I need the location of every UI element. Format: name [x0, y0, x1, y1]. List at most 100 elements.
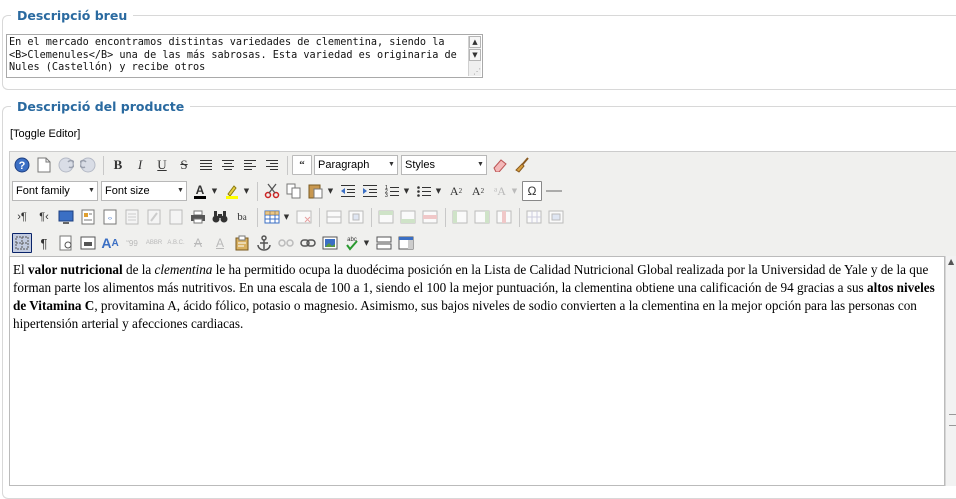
editor-paragraph[interactable]: El valor nutricional de la clementina le… — [13, 261, 941, 333]
horizontal-rule-icon[interactable] — [544, 181, 564, 201]
scroll-thumb[interactable] — [949, 414, 956, 426]
font-family-select[interactable]: Font family ▼ — [12, 181, 98, 201]
highlight-color-icon[interactable] — [222, 181, 242, 201]
toolbar-separator — [319, 207, 320, 227]
insertion-icon[interactable]: A — [210, 233, 230, 253]
cite-icon[interactable]: “99 — [122, 233, 142, 253]
editor-content-area[interactable]: El valor nutricional de la clementina le… — [9, 256, 945, 486]
underline-button[interactable]: U — [152, 155, 172, 175]
styles-select[interactable]: Styles ▼ — [401, 155, 487, 175]
toggle-editor-link[interactable]: [Toggle Editor] — [10, 128, 80, 140]
blockquote-icon[interactable]: “ — [292, 155, 312, 175]
paste-word-icon[interactable] — [144, 207, 164, 227]
chevron-down-icon[interactable]: ▼ — [326, 181, 335, 201]
strikethrough-button[interactable]: S — [174, 155, 194, 175]
show-blocks-icon[interactable]: ¶ — [34, 233, 54, 253]
spellcheck-icon[interactable]: abc — [342, 233, 362, 253]
row-after-icon[interactable] — [398, 207, 418, 227]
replace-icon[interactable]: ba — [232, 207, 252, 227]
attributes-icon[interactable] — [232, 233, 252, 253]
page-break-icon[interactable] — [374, 233, 394, 253]
editor-scrollbar[interactable]: ▲ — [945, 256, 956, 486]
delete-table-icon[interactable] — [294, 207, 314, 227]
italic-button[interactable]: I — [130, 155, 150, 175]
split-cells-icon[interactable] — [524, 207, 544, 227]
visual-aid-icon[interactable] — [12, 233, 32, 253]
bullet-list-icon[interactable] — [414, 181, 434, 201]
redo-icon[interactable] — [78, 155, 98, 175]
template-icon[interactable] — [78, 207, 98, 227]
find-icon[interactable] — [210, 207, 230, 227]
chevron-down-icon[interactable]: ▼ — [210, 181, 219, 201]
toolbar-row-3: ›¶ ¶‹ ‹› ba ▼ — [12, 205, 568, 229]
deletion-icon[interactable]: A — [188, 233, 208, 253]
fullscreen-icon[interactable] — [396, 233, 416, 253]
superscript-icon[interactable]: A2 — [468, 181, 488, 201]
scroll-up-arrow-icon[interactable]: ▲ — [469, 36, 481, 48]
copy-icon[interactable] — [284, 181, 304, 201]
align-justify-icon[interactable] — [196, 155, 216, 175]
print-icon[interactable] — [188, 207, 208, 227]
font-size-select[interactable]: Font size ▼ — [101, 181, 187, 201]
align-right-icon[interactable] — [262, 155, 282, 175]
short-description-text[interactable]: En el mercado encontramos distintas vari… — [9, 37, 466, 77]
toolbar-separator — [519, 207, 520, 227]
rtl-direction-icon[interactable]: ¶‹ — [34, 207, 54, 227]
styles-dialog-icon[interactable]: AA — [100, 233, 120, 253]
scroll-down-arrow-icon[interactable]: ▼ — [469, 49, 481, 61]
html-source-icon[interactable]: ‹› — [100, 207, 120, 227]
cut-icon[interactable] — [262, 181, 282, 201]
undo-icon[interactable] — [56, 155, 76, 175]
chevron-down-icon[interactable]: ▼ — [242, 181, 251, 201]
col-before-icon[interactable] — [450, 207, 470, 227]
outdent-icon[interactable] — [338, 181, 358, 201]
chevron-down-icon[interactable]: ▼ — [510, 181, 519, 201]
character-format-icon[interactable]: ᵃA — [490, 181, 510, 201]
delete-row-icon[interactable] — [420, 207, 440, 227]
media-icon[interactable] — [56, 207, 76, 227]
new-document-icon[interactable] — [34, 155, 54, 175]
bold-button[interactable]: B — [108, 155, 128, 175]
insert-table-icon[interactable] — [262, 207, 282, 227]
link-icon[interactable] — [298, 233, 318, 253]
ltr-direction-icon[interactable]: ›¶ — [12, 207, 32, 227]
svg-text:A: A — [196, 183, 205, 197]
abbreviation-icon[interactable]: ABBR — [144, 233, 164, 253]
chevron-down-icon[interactable]: ▼ — [402, 181, 411, 201]
unlink-icon[interactable] — [276, 233, 296, 253]
short-description-textarea[interactable]: En el mercado encontramos distintas vari… — [6, 34, 483, 78]
help-icon[interactable]: ? — [12, 155, 32, 175]
toolbar-separator — [103, 155, 104, 175]
subscript-icon[interactable]: A2 — [446, 181, 466, 201]
table-cell-props-icon[interactable] — [346, 207, 366, 227]
eraser-icon[interactable] — [490, 155, 510, 175]
preview-icon[interactable] — [56, 233, 76, 253]
image-icon[interactable] — [320, 233, 340, 253]
acronym-icon[interactable]: A.B.C. — [166, 233, 186, 253]
text-color-icon[interactable]: A — [190, 181, 210, 201]
col-after-icon[interactable] — [472, 207, 492, 227]
scroll-up-arrow-icon[interactable]: ▲ — [948, 257, 954, 266]
cleanup-brush-icon[interactable] — [512, 155, 532, 175]
resize-grip-icon[interactable]: ⋰ — [472, 67, 481, 76]
align-center-icon[interactable] — [218, 155, 238, 175]
format-select-value: Paragraph — [318, 159, 370, 171]
anchor-icon[interactable] — [254, 233, 274, 253]
table-row-props-icon[interactable] — [324, 207, 344, 227]
special-character-icon[interactable]: Ω — [522, 181, 542, 201]
chevron-down-icon[interactable]: ▼ — [362, 233, 371, 253]
indent-icon[interactable] — [360, 181, 380, 201]
align-left-icon[interactable] — [240, 155, 260, 175]
chevron-down-icon[interactable]: ▼ — [282, 207, 291, 227]
chevron-down-icon[interactable]: ▼ — [434, 181, 443, 201]
row-before-icon[interactable] — [376, 207, 396, 227]
numbered-list-icon[interactable]: 123 — [382, 181, 402, 201]
delete-col-icon[interactable] — [494, 207, 514, 227]
format-select[interactable]: Paragraph ▼ — [314, 155, 398, 175]
insert-layer-icon[interactable] — [78, 233, 98, 253]
product-description-legend: Descripció del producte — [17, 99, 185, 114]
paste-text-icon[interactable] — [122, 207, 142, 227]
select-all-icon[interactable] — [166, 207, 186, 227]
merge-cells-icon[interactable] — [546, 207, 566, 227]
paste-icon[interactable] — [306, 181, 326, 201]
